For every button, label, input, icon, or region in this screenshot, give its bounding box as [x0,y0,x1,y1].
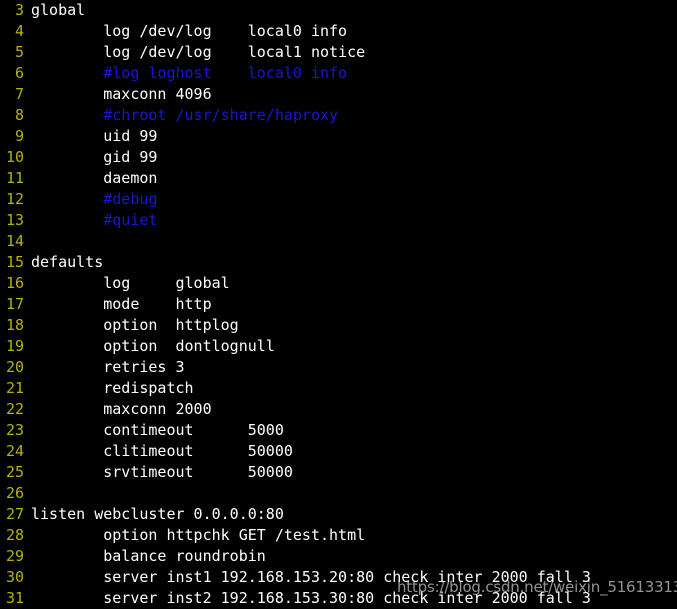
code-line[interactable]: 19 option dontlognull [0,336,677,357]
code-comment-text: #log loghost local0 info [31,64,348,82]
code-text: global [31,1,86,19]
code-line[interactable]: 13 #quiet [0,210,677,231]
line-number: 13 [5,211,24,229]
line-number: 15 [5,253,24,271]
code-text: server inst2 192.168.153.30:80 check int… [31,589,591,607]
code-line[interactable]: 3 global [0,0,677,21]
line-number: 8 [14,106,24,124]
code-line[interactable]: 9 uid 99 [0,126,677,147]
line-number: 7 [14,85,24,103]
line-number: 3 [14,1,24,19]
line-number: 12 [5,190,24,208]
code-line[interactable]: 18 option httplog [0,315,677,336]
line-number: 28 [5,526,24,544]
code-text: retries 3 [31,358,185,376]
code-text: server inst1 192.168.153.20:80 check int… [31,568,591,586]
line-number: 22 [5,400,24,418]
code-line[interactable]: 4 log /dev/log local0 info [0,21,677,42]
code-line-list[interactable]: 3 global 4 log /dev/log local0 info 5 log /… [0,0,677,609]
code-text: log global [31,274,230,292]
line-number: 24 [5,442,24,460]
code-line[interactable]: 31 server inst2 192.168.153.30:80 check … [0,588,677,609]
line-number: 20 [5,358,24,376]
code-text: uid 99 [31,127,158,145]
line-number: 21 [5,379,24,397]
code-text: gid 99 [31,148,158,166]
line-number: 9 [14,127,24,145]
code-line[interactable]: 25 srvtimeout 50000 [0,462,677,483]
code-text: defaults [31,253,104,271]
code-line[interactable]: 7 maxconn 4096 [0,84,677,105]
code-editor-viewport[interactable]: 3 global 4 log /dev/log local0 info 5 log /… [0,0,677,608]
code-line[interactable]: 29 balance roundrobin [0,546,677,567]
code-line[interactable]: 5 log /dev/log local1 notice [0,42,677,63]
line-number: 29 [5,547,24,565]
line-number: 17 [5,295,24,313]
code-text: log /dev/log local0 info [31,22,348,40]
code-line[interactable]: 21 redispatch [0,378,677,399]
line-number: 5 [14,43,24,61]
code-line[interactable]: 6 #log loghost local0 info [0,63,677,84]
code-line[interactable]: 10 gid 99 [0,147,677,168]
line-number: 25 [5,463,24,481]
line-number: 10 [5,148,24,166]
line-number: 23 [5,421,24,439]
line-number: 31 [5,589,24,607]
code-line[interactable]: 16 log global [0,273,677,294]
code-line[interactable]: 27 listen webcluster 0.0.0.0:80 [0,504,677,525]
code-text: srvtimeout 50000 [31,463,293,481]
code-line[interactable]: 24 clitimeout 50000 [0,441,677,462]
code-line[interactable]: 15 defaults [0,252,677,273]
code-line[interactable]: 20 retries 3 [0,357,677,378]
code-line[interactable]: 22 maxconn 2000 [0,399,677,420]
line-number: 26 [5,484,24,502]
code-text: mode http [31,295,212,313]
code-line[interactable]: 11 daemon [0,168,677,189]
line-number: 18 [5,316,24,334]
line-number: 30 [5,568,24,586]
code-text: maxconn 4096 [31,85,212,103]
line-number: 14 [5,232,24,250]
code-text: clitimeout 50000 [31,442,293,460]
line-number: 27 [5,505,24,523]
code-comment-text: #quiet [31,211,158,229]
code-text: redispatch [31,379,194,397]
code-comment-text: #chroot /usr/share/haproxy [31,106,339,124]
code-line[interactable]: 23 contimeout 5000 [0,420,677,441]
line-number: 16 [5,274,24,292]
code-line[interactable]: 14 [0,231,677,252]
code-text: listen webcluster 0.0.0.0:80 [31,505,284,523]
code-text: balance roundrobin [31,547,266,565]
line-number: 19 [5,337,24,355]
code-text: daemon [31,169,158,187]
code-text: maxconn 2000 [31,400,212,418]
code-text: contimeout 5000 [31,421,284,439]
code-line[interactable]: 28 option httpchk GET /test.html [0,525,677,546]
line-number: 11 [5,169,24,187]
code-text: option httpchk GET /test.html [31,526,366,544]
code-text: option dontlognull [31,337,275,355]
code-text: log /dev/log local1 notice [31,43,366,61]
code-line[interactable]: 30 server inst1 192.168.153.20:80 check … [0,567,677,588]
code-line[interactable]: 12 #debug [0,189,677,210]
code-comment-text: #debug [31,190,158,208]
code-line[interactable]: 8 #chroot /usr/share/haproxy [0,105,677,126]
code-text: option httplog [31,316,239,334]
line-number: 4 [14,22,24,40]
line-number: 6 [14,64,24,82]
code-line[interactable]: 17 mode http [0,294,677,315]
code-line[interactable]: 26 [0,483,677,504]
